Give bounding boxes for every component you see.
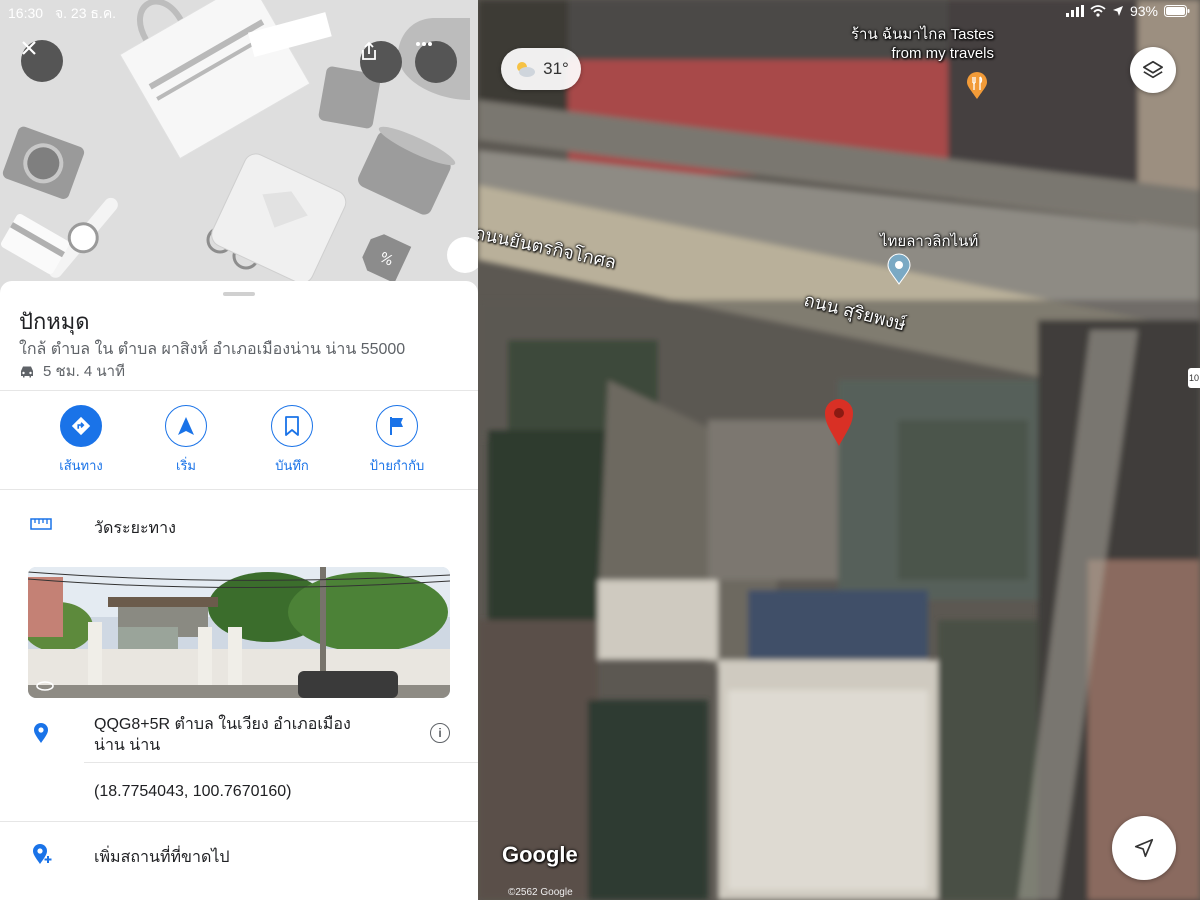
- more-options-button[interactable]: [415, 41, 457, 83]
- street-view-thumbnail[interactable]: [28, 567, 450, 698]
- restaurant-name-line1: ร้าน ฉันมาไกล Tastes: [850, 26, 994, 43]
- place-panel: % 16:30 จ. 23 ธ.ค. ปักหมุด ใกล้ ตำบล ใน …: [0, 0, 478, 900]
- dropped-pin-icon[interactable]: [823, 397, 855, 447]
- save-label: บันทึก: [275, 458, 309, 473]
- status-date: จ. 23 ธ.ค.: [54, 5, 117, 21]
- car-icon: [21, 366, 33, 377]
- close-icon: [22, 41, 36, 55]
- location-services-icon: [1112, 6, 1123, 16]
- wifi-icon: [1090, 5, 1106, 17]
- map-view[interactable]: 31° ร้าน ฉันมาไกล Tastes from my travels…: [478, 0, 1200, 900]
- partly-cloudy-icon: [517, 62, 536, 77]
- label-button-circle: [376, 405, 418, 447]
- restaurant-label[interactable]: ร้าน ฉันมาไกล Tastes from my travels: [851, 25, 994, 63]
- cellular-signal-icon: [1065, 5, 1084, 17]
- directions-label: เส้นทาง: [59, 458, 103, 473]
- flag-icon: [390, 417, 403, 435]
- copyright-text: ©2562 Google: [508, 887, 573, 898]
- road-number-badge: 10: [1188, 368, 1200, 388]
- location-pin-icon: [34, 723, 48, 743]
- divider: [0, 390, 478, 391]
- label-button[interactable]: ป้ายกำกับ: [352, 405, 442, 476]
- directions-button[interactable]: เส้นทาง: [36, 405, 126, 476]
- divider: [0, 821, 478, 822]
- restaurant-name-line2: from my travels: [891, 45, 994, 62]
- battery-icon: [1164, 5, 1190, 17]
- place-label[interactable]: ไทยลาวลิกไนท์: [880, 229, 978, 253]
- close-button[interactable]: [21, 40, 63, 82]
- place-pin-icon[interactable]: [887, 253, 911, 285]
- layers-button[interactable]: [1130, 47, 1176, 93]
- street-view-photo: [28, 567, 450, 698]
- info-button[interactable]: i: [430, 723, 450, 743]
- divider: [0, 489, 478, 490]
- place-details-sheet: ปักหมุด ใกล้ ตำบล ใน ตำบล ผาสิงห์ อำเภอเ…: [0, 281, 478, 900]
- drive-time-row: 5 ชม. 4 นาที: [19, 359, 125, 383]
- status-bar-left: 16:30 จ. 23 ธ.ค.: [8, 3, 124, 25]
- bookmark-icon: [285, 416, 299, 436]
- info-icon: i: [438, 726, 442, 740]
- place-title: ปักหมุด: [19, 309, 90, 334]
- status-time: 16:30: [8, 5, 44, 21]
- ruler-icon: [30, 518, 52, 530]
- google-logo: Google: [502, 842, 578, 867]
- directions-button-circle: [60, 405, 102, 447]
- start-label: เริ่ม: [176, 458, 196, 473]
- add-missing-place-row[interactable]: เพิ่มสถานที่ที่ขาดไป: [94, 845, 230, 870]
- divider: [84, 762, 478, 763]
- save-button-circle: [271, 405, 313, 447]
- share-button[interactable]: [360, 41, 402, 83]
- my-location-button[interactable]: [1112, 816, 1176, 880]
- temperature: 31°: [543, 59, 569, 78]
- share-icon: [362, 41, 376, 60]
- status-bar-right: 93%: [1065, 3, 1190, 19]
- plus-code-line2: น่าน น่าน: [94, 737, 161, 754]
- more-horizontal-icon: [416, 42, 432, 46]
- battery-percent: 93%: [1129, 3, 1158, 19]
- satellite-imagery: [478, 0, 1200, 900]
- plus-code-address[interactable]: QQG8+5R ตำบล ในเวียง อำเภอเมือง น่าน น่า…: [94, 714, 351, 756]
- travel-items-illustration: %: [0, 0, 478, 300]
- layers-icon: [1143, 60, 1163, 79]
- label-label: ป้ายกำกับ: [369, 458, 425, 473]
- navigation-arrow-icon: [1134, 838, 1154, 858]
- plus-code-line1: QQG8+5R ตำบล ในเวียง อำเภอเมือง: [94, 716, 351, 733]
- drag-handle[interactable]: [223, 292, 255, 296]
- header-illustration: % 16:30 จ. 23 ธ.ค.: [0, 0, 478, 300]
- restaurant-pin-icon[interactable]: [966, 72, 988, 100]
- start-button[interactable]: เริ่ม: [141, 405, 231, 476]
- coordinates[interactable]: (18.7754043, 100.7670160): [94, 783, 292, 801]
- weather-chip[interactable]: 31°: [501, 48, 581, 90]
- street-view-360-icon: [36, 681, 54, 691]
- save-button[interactable]: บันทึก: [247, 405, 337, 476]
- start-button-circle: [165, 405, 207, 447]
- measure-distance-row[interactable]: วัดระยะทาง: [94, 516, 176, 541]
- navigation-arrow-icon: [178, 417, 194, 435]
- add-place-icon: [33, 844, 52, 864]
- action-buttons: เส้นทาง เริ่ม บันทึก ป้ายกำกับ: [0, 405, 478, 487]
- directions-icon: [71, 416, 91, 436]
- drive-time: 5 ชม. 4 นาที: [43, 363, 125, 380]
